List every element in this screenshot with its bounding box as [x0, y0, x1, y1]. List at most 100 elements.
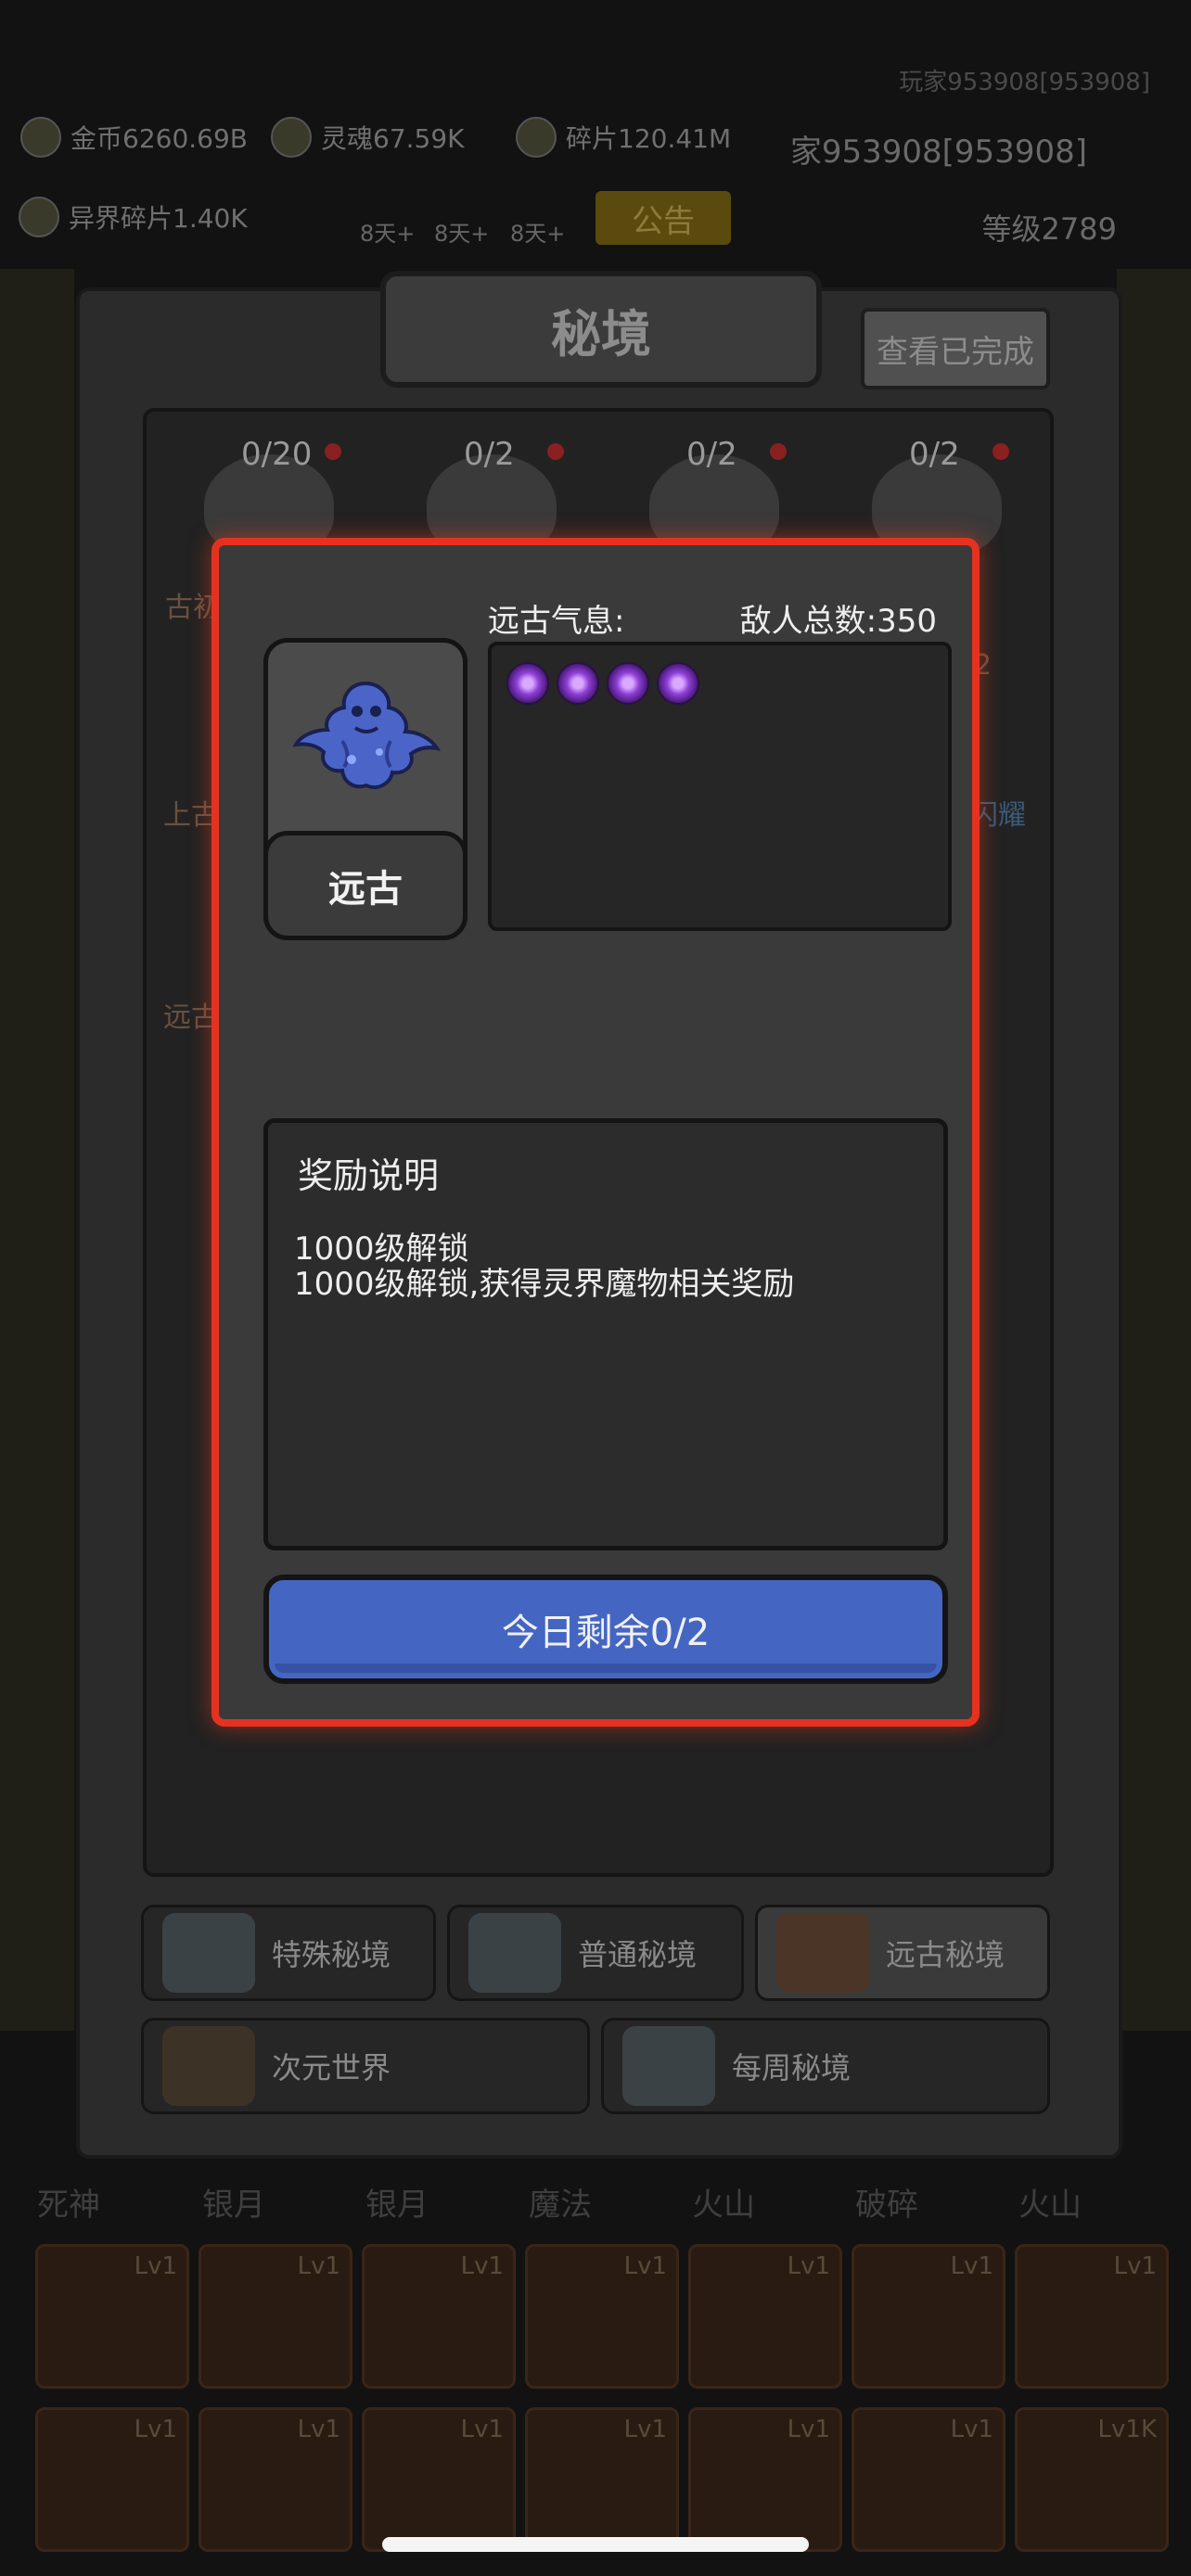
equipment-slot[interactable]: Lv1: [852, 2407, 1005, 2552]
equipment-name: 破碎: [855, 2187, 918, 2224]
slot-level: Lv1: [460, 2416, 504, 2443]
notification-dot: [992, 443, 1009, 460]
reward-line: 1000级解锁,获得灵界魔物相关奖励: [294, 1266, 795, 1303]
creature-portrait-card: 远古: [263, 638, 467, 940]
boost-days-3: 8天+: [510, 221, 566, 247]
right-background-strip: [1117, 269, 1191, 2031]
soul-resource: 灵魂67.59K: [271, 117, 465, 158]
otherworld-shard-icon: [19, 197, 59, 237]
equipment-slot[interactable]: Lv1: [198, 2244, 352, 2389]
tab-label: 远古秘境: [886, 1937, 1005, 1972]
equipment-slot[interactable]: Lv1: [35, 2244, 189, 2389]
shard-resource: 碎片120.41M: [516, 117, 731, 158]
purple-vortex-icon: [557, 662, 599, 705]
monster-label: 上古: [163, 799, 219, 832]
weekly-realm-icon: [622, 2026, 715, 2106]
slot-level: Lv1: [297, 2252, 340, 2280]
tab-weekly-realm[interactable]: 每周秘境: [601, 2018, 1050, 2114]
monster-attempt-count: 0/20: [241, 436, 313, 473]
equipment-slot[interactable]: Lv1: [198, 2407, 352, 2552]
equipment-name: 死神: [37, 2187, 100, 2224]
tab-special-realm[interactable]: 特殊秘境: [141, 1905, 436, 2001]
player-name[interactable]: 家953908[953908]: [790, 126, 1087, 172]
home-indicator[interactable]: [382, 2537, 809, 2552]
tab-label: 每周秘境: [732, 2050, 852, 2085]
slot-level: Lv1: [950, 2416, 993, 2443]
blue-spirit-icon: [292, 681, 442, 790]
tab-label: 次元世界: [272, 2050, 391, 2085]
equipment-name: 魔法: [529, 2187, 592, 2224]
ancient-realm-icon: [776, 1913, 869, 1993]
equipment-slot[interactable]: Lv1: [852, 2244, 1005, 2389]
monster-attempt-count: 0/2: [686, 436, 737, 473]
equipment-slot[interactable]: Lv1: [362, 2244, 516, 2389]
reward-title: 奖励说明: [298, 1155, 440, 1196]
gold-coin-icon: [20, 117, 61, 158]
slot-level: Lv1: [623, 2252, 667, 2280]
challenge-remaining-label: 今日剩余0/2: [501, 1612, 711, 1654]
otherworld-shard-amount: 异界碎片1.40K: [69, 203, 248, 234]
slot-level: Lv1: [787, 2252, 830, 2280]
tab-label: 特殊秘境: [272, 1937, 391, 1972]
enemy-total-count: 敌人总数:350: [739, 603, 937, 640]
shard-icon: [516, 117, 557, 158]
monster-attempt-count: 0/2: [909, 436, 960, 473]
slot-level: Lv1: [950, 2252, 993, 2280]
purple-vortex-icon: [607, 662, 649, 705]
ancient-aura-label: 远古气息:: [488, 603, 625, 640]
soul-amount: 灵魂67.59K: [321, 123, 465, 154]
player-id-small: 玩家953908[953908]: [899, 69, 1150, 96]
purple-vortex-icon: [657, 662, 699, 705]
gold-amount: 金币6260.69B: [70, 123, 248, 154]
creature-name: 远古: [263, 831, 467, 940]
equipment-name: 银月: [202, 2187, 265, 2224]
notice-button[interactable]: 公告: [596, 191, 731, 245]
equipment-slot[interactable]: Lv1: [688, 2244, 842, 2389]
tab-ancient-realm[interactable]: 远古秘境: [755, 1905, 1050, 2001]
otherworld-shard-resource: 异界碎片1.40K: [19, 197, 248, 237]
notification-dot: [325, 443, 341, 460]
boost-days-2: 8天+: [434, 221, 490, 247]
panel-title: 秘境: [380, 271, 822, 388]
reward-description-box: 奖励说明 1000级解锁 1000级解锁,获得灵界魔物相关奖励: [263, 1118, 948, 1550]
gold-resource: 金币6260.69B: [20, 117, 248, 158]
slot-level: Lv1K: [1097, 2416, 1157, 2443]
soul-icon: [271, 117, 312, 158]
equipment-name: 银月: [365, 2187, 429, 2224]
tab-normal-realm[interactable]: 普通秘境: [447, 1905, 744, 2001]
equipment-slot[interactable]: Lv1: [362, 2407, 516, 2552]
boost-days-1: 8天+: [360, 221, 416, 247]
ancient-realm-detail-dialog: 远古 远古气息: 敌人总数:350 奖励说明 1000级解锁 1000级解锁,获…: [211, 538, 980, 1727]
slot-level: Lv1: [460, 2252, 504, 2280]
equipment-slot[interactable]: Lv1: [35, 2407, 189, 2552]
equipment-name: 火山: [1018, 2187, 1082, 2224]
dimension-world-icon: [162, 2026, 255, 2106]
monster-label: 远古: [163, 1001, 219, 1034]
purple-vortex-icon: [506, 662, 549, 705]
equipment-slot[interactable]: Lv1: [688, 2407, 842, 2552]
monster-attempt-count: 0/2: [464, 436, 515, 473]
player-level: 等级2789: [981, 211, 1117, 247]
aura-effects-box: [488, 642, 952, 931]
slot-level: Lv1: [623, 2416, 667, 2443]
tab-dimension-world[interactable]: 次元世界: [141, 2018, 590, 2114]
notification-dot: [770, 443, 787, 460]
challenge-remaining-button[interactable]: 今日剩余0/2: [263, 1575, 948, 1684]
notification-dot: [547, 443, 564, 460]
view-completed-button[interactable]: 查看已完成: [861, 308, 1050, 389]
equipment-name: 火山: [692, 2187, 755, 2224]
slot-level: Lv1: [297, 2416, 340, 2443]
shard-amount: 碎片120.41M: [566, 123, 732, 154]
equipment-slot[interactable]: Lv1: [1015, 2244, 1169, 2389]
equipment-slot[interactable]: Lv1: [525, 2244, 679, 2389]
special-realm-icon: [162, 1913, 255, 1993]
slot-level: Lv1: [1113, 2252, 1157, 2280]
left-background-strip: [0, 269, 74, 2031]
tab-label: 普通秘境: [578, 1937, 698, 1972]
normal-realm-icon: [468, 1913, 561, 1993]
slot-level: Lv1: [787, 2416, 830, 2443]
slot-level: Lv1: [134, 2252, 177, 2280]
equipment-slot[interactable]: Lv1K: [1015, 2407, 1169, 2552]
equipment-slot[interactable]: Lv1: [525, 2407, 679, 2552]
slot-level: Lv1: [134, 2416, 177, 2443]
